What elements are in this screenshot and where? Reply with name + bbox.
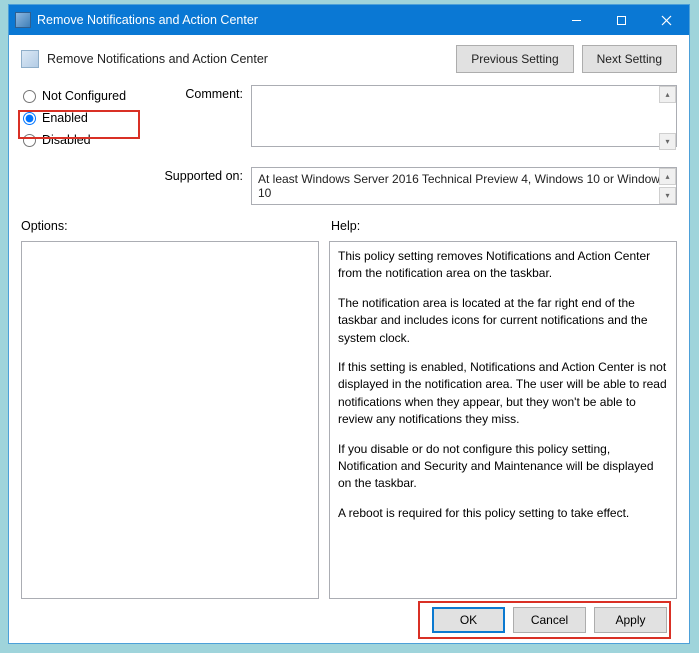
supported-on-label: Supported on: [161, 167, 251, 205]
maximize-button[interactable] [599, 5, 644, 35]
radio-disabled-label: Disabled [42, 133, 91, 147]
window-title: Remove Notifications and Action Center [37, 13, 554, 27]
radio-disabled[interactable]: Disabled [21, 129, 161, 151]
help-paragraph: If this setting is enabled, Notification… [338, 359, 668, 429]
close-button[interactable] [644, 5, 689, 35]
policy-icon [21, 50, 39, 68]
radio-enabled-label: Enabled [42, 111, 88, 125]
options-label: Options: [21, 219, 331, 233]
help-paragraph: If you disable or do not configure this … [338, 441, 668, 493]
radio-not-configured-input[interactable] [23, 90, 36, 103]
policy-title: Remove Notifications and Action Center [47, 52, 448, 66]
help-panel: This policy setting removes Notification… [329, 241, 677, 599]
radio-not-configured[interactable]: Not Configured [21, 85, 161, 107]
radio-not-configured-label: Not Configured [42, 89, 126, 103]
help-label: Help: [331, 219, 677, 233]
policy-dialog-window: Remove Notifications and Action Center R… [8, 4, 690, 644]
scroll-up-icon[interactable]: ▴ [659, 86, 676, 103]
ok-button[interactable]: OK [432, 607, 505, 633]
minimize-button[interactable] [554, 5, 599, 35]
supported-on-value: At least Windows Server 2016 Technical P… [251, 167, 677, 205]
state-radio-group: Not Configured Enabled Disabled [21, 85, 161, 151]
options-panel [21, 241, 319, 599]
comment-textarea[interactable] [251, 85, 677, 147]
window-controls [554, 5, 689, 35]
help-paragraph: A reboot is required for this policy set… [338, 505, 668, 522]
scroll-down-icon[interactable]: ▾ [659, 187, 676, 204]
apply-button[interactable]: Apply [594, 607, 667, 633]
titlebar[interactable]: Remove Notifications and Action Center [9, 5, 689, 35]
radio-enabled[interactable]: Enabled [21, 107, 161, 129]
radio-enabled-input[interactable] [23, 112, 36, 125]
help-paragraph: This policy setting removes Notification… [338, 248, 668, 283]
app-icon [15, 12, 31, 28]
cancel-button[interactable]: Cancel [513, 607, 586, 633]
help-paragraph: The notification area is located at the … [338, 295, 668, 347]
scroll-up-icon[interactable]: ▴ [659, 168, 676, 185]
comment-label: Comment: [161, 85, 251, 151]
radio-disabled-input[interactable] [23, 134, 36, 147]
next-setting-button[interactable]: Next Setting [582, 45, 677, 73]
previous-setting-button[interactable]: Previous Setting [456, 45, 573, 73]
scroll-down-icon[interactable]: ▾ [659, 133, 676, 150]
